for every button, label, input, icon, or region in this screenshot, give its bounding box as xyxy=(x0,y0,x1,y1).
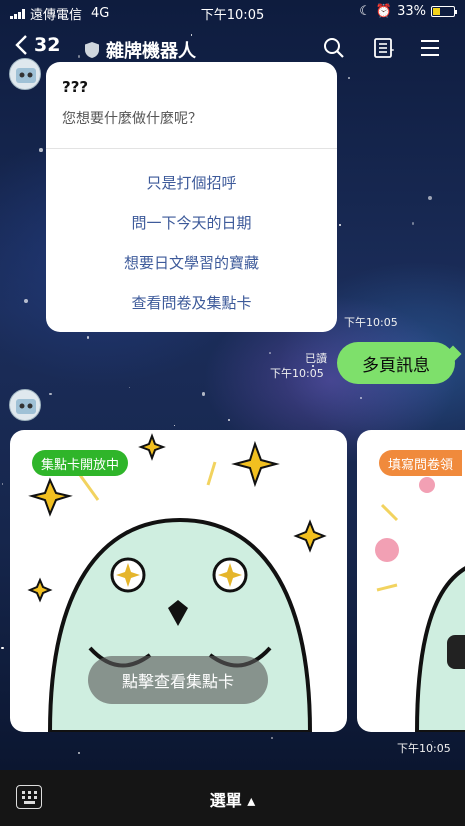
star-dot xyxy=(228,419,230,421)
bot-avatar[interactable] xyxy=(9,389,41,421)
status-bar: 遠傳電信 4G 下午10:05 ☾ ⏰ 33% xyxy=(0,0,465,24)
quick-reply-subtitle: 您想要什麼做什麼呢？ xyxy=(62,111,202,127)
stamp-card-tag: 集點卡開放中 xyxy=(32,450,129,476)
quick-reply-option-date[interactable]: 問一下今天的日期 xyxy=(46,212,337,233)
moon-icon: ☾ xyxy=(359,4,371,19)
bot-avatar[interactable] xyxy=(9,58,41,90)
battery-icon xyxy=(431,6,457,17)
chat-title-text: 雜牌機器人 xyxy=(106,41,196,62)
unread-count: 32 xyxy=(34,34,61,56)
survey-tag-text: 填寫問卷領 xyxy=(388,457,454,473)
read-receipt: 已讀 xyxy=(305,352,327,365)
user-message-text: 多頁訊息 xyxy=(362,355,430,376)
rich-menu-toggle[interactable]: 選單 ▴ xyxy=(0,787,465,811)
carousel-card-stamp[interactable]: 集點卡開放中 點擊查看集點卡 xyxy=(10,430,347,732)
star-dot xyxy=(348,77,350,79)
star-dot xyxy=(270,737,273,740)
view-stamp-card-button[interactable]: 點擊查看集點卡 xyxy=(88,656,268,704)
star-dot xyxy=(201,392,205,396)
battery-percent: 33% xyxy=(397,4,426,19)
quick-reply-option-greet[interactable]: 只是打個招呼 xyxy=(46,172,337,193)
menu-icon[interactable] xyxy=(418,36,442,60)
carousel-card-survey[interactable]: 填寫問卷領 xyxy=(357,430,465,732)
message-time: 下午10:05 xyxy=(344,316,398,329)
shield-icon xyxy=(85,42,99,58)
star-dot xyxy=(128,386,130,388)
message-time: 下午10:05 xyxy=(270,367,324,380)
notes-icon[interactable] xyxy=(371,36,395,60)
user-message-bubble[interactable]: 多頁訊息 xyxy=(337,342,455,384)
survey-tag: 填寫問卷領 xyxy=(379,450,463,476)
quick-reply-option-survey[interactable]: 查看問卷及集點卡 xyxy=(46,292,337,313)
back-button[interactable]: 32 xyxy=(14,34,60,56)
bottom-bar: 選單 ▴ xyxy=(0,770,465,826)
star-dot xyxy=(78,752,80,754)
search-icon[interactable] xyxy=(322,36,346,60)
star-dot xyxy=(269,352,271,354)
chat-title: 雜牌機器人 xyxy=(84,37,196,63)
star-dot xyxy=(39,147,43,152)
chevron-left-icon xyxy=(15,35,27,55)
star-dot xyxy=(49,392,52,396)
divider xyxy=(46,148,337,149)
star-dot xyxy=(23,299,28,304)
quick-reply-option-japanese[interactable]: 想要日文學習的寶藏 xyxy=(46,252,337,273)
alarm-icon: ⏰ xyxy=(375,4,393,19)
quick-reply-title: ??? xyxy=(62,78,89,96)
message-time: 下午10:05 xyxy=(397,742,451,755)
quick-reply-card: ??? 您想要什麼做什麼呢？ 只是打個招呼 問一下今天的日期 想要日文學習的寶藏… xyxy=(46,62,337,332)
